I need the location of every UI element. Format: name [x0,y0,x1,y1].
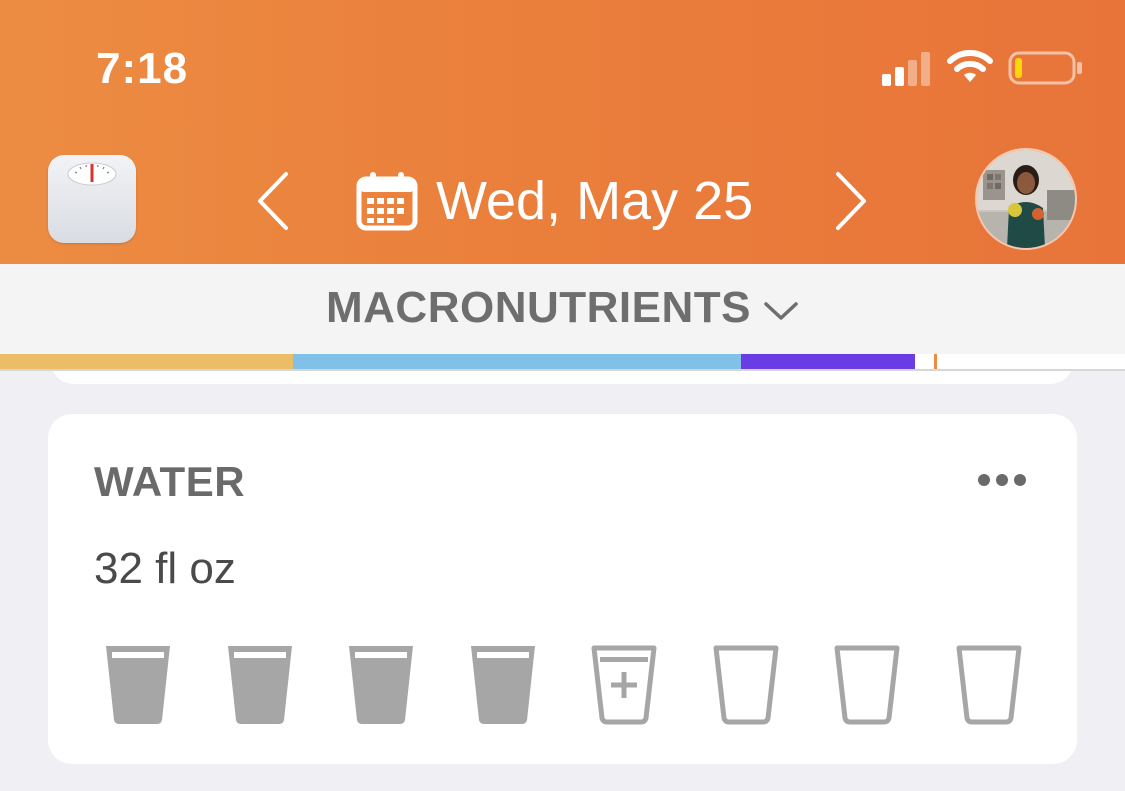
selected-date: Wed, May 25 [436,171,754,231]
water-glass-empty-icon[interactable] [951,640,1027,728]
wifi-icon [947,50,993,82]
water-amount: 32 fl oz [94,544,236,593]
macro-segment-3 [741,354,915,369]
scale-button[interactable] [48,155,136,243]
chevron-down-icon [764,302,798,320]
chevron-right-icon[interactable] [830,170,870,232]
macro-target-marker [934,354,937,369]
water-glass-filled-icon[interactable] [343,640,419,728]
profile-avatar[interactable] [975,148,1077,250]
chevron-left-icon[interactable] [254,170,294,232]
calendar-icon [356,172,418,231]
water-glass-filled-icon[interactable] [222,640,298,728]
add-water-glass-icon[interactable] [586,640,662,728]
water-glass-empty-icon[interactable] [829,640,905,728]
water-glass-empty-icon[interactable] [708,640,784,728]
divider [0,369,1125,371]
cellular-signal-icon [882,52,930,86]
date-selector[interactable]: Wed, May 25 [356,168,753,234]
water-title: WATER [94,458,246,505]
macro-segment-2 [293,354,741,369]
water-glass-filled-icon[interactable] [100,640,176,728]
macro-segment-1 [0,354,293,369]
battery-low-icon [1008,51,1082,85]
water-glasses [100,640,1030,728]
macronutrients-dropdown[interactable]: MACRONUTRIENTS [0,280,1125,336]
macronutrient-progress-bar [0,354,1125,369]
macronutrients-label: MACRONUTRIENTS [326,283,751,332]
avatar-photo [977,150,1075,248]
scale-icon [67,162,117,186]
more-horizontal-icon[interactable] [976,470,1028,490]
water-glass-filled-icon[interactable] [465,640,541,728]
status-time: 7:18 [96,44,189,93]
